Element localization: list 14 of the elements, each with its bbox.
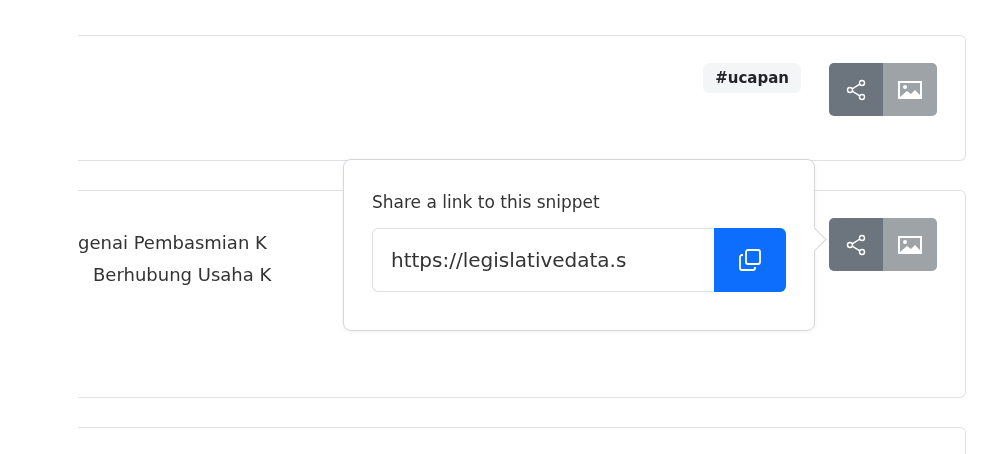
popover-title: Share a link to this snippet	[372, 192, 601, 212]
share-button[interactable]	[829, 63, 883, 116]
link-field[interactable]: https://legislativedata.s	[372, 228, 715, 292]
share-icon	[844, 232, 868, 257]
image-icon	[898, 79, 922, 100]
image-icon	[898, 234, 922, 255]
snippet-text: Berhubung Usaha K	[92, 263, 272, 287]
hashtag[interactable]: #ucapan	[703, 63, 801, 93]
image-button[interactable]	[883, 63, 937, 116]
snippet-text: genai Pembasmian K	[78, 231, 268, 255]
share-button[interactable]	[829, 218, 883, 271]
image-button[interactable]	[883, 218, 937, 271]
copy-button[interactable]	[714, 228, 786, 292]
share-icon	[844, 77, 868, 102]
